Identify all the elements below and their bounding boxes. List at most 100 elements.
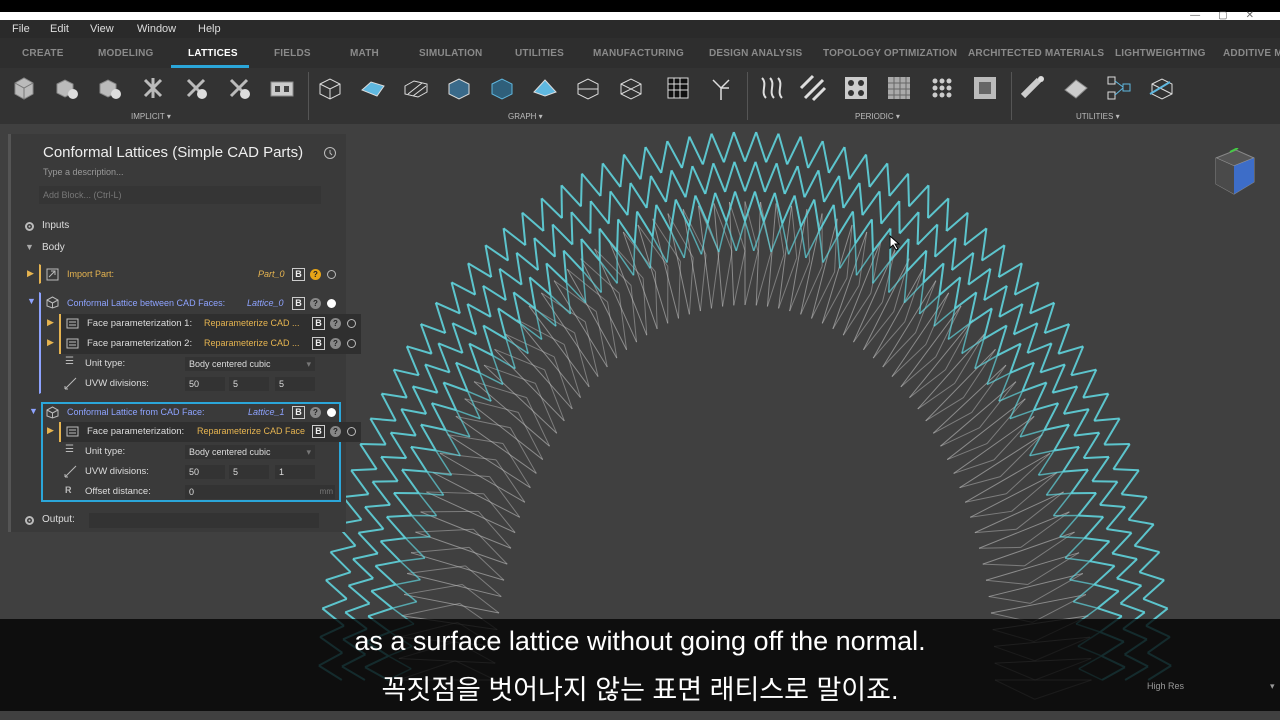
collapse-triangle-icon[interactable]: ▼ xyxy=(29,406,38,416)
uvw-v-input[interactable]: 5 xyxy=(229,377,269,391)
implicit-lattice-tool-4-icon[interactable] xyxy=(139,74,167,102)
tab-topology-optimization[interactable]: TOPOLOGY OPTIMIZATION xyxy=(823,48,957,59)
collapse-triangle-icon[interactable]: ▼ xyxy=(27,296,36,306)
periodic-wave-tool-icon[interactable] xyxy=(756,74,784,102)
panel-history-icon[interactable] xyxy=(323,146,337,160)
face-param-2-value[interactable]: Reparameterize CAD ... xyxy=(204,338,300,348)
conformal-lattice-face-block[interactable]: ▼ Conformal Lattice from CAD Face: Latti… xyxy=(29,402,361,502)
tab-architected-materials[interactable]: ARCHITECTED MATERIALS xyxy=(968,48,1104,59)
breakpoint-badge[interactable]: B xyxy=(312,425,325,438)
graph-cube-tool-icon[interactable] xyxy=(445,74,473,102)
help-icon[interactable]: ? xyxy=(330,318,341,329)
graph-conformal-tool-icon[interactable] xyxy=(574,74,602,102)
breakpoint-badge[interactable]: B xyxy=(312,317,325,330)
implicit-lattice-tool-3-icon[interactable] xyxy=(96,74,124,102)
tab-lightweighting[interactable]: LIGHTWEIGHTING xyxy=(1115,48,1206,59)
description-input[interactable]: Type a description... xyxy=(43,167,124,177)
breakpoint-badge[interactable]: B xyxy=(312,337,325,350)
implicit-lattice-tool-1-icon[interactable] xyxy=(10,74,38,102)
graph-box-tool-icon[interactable] xyxy=(316,74,344,102)
group-label-periodic[interactable]: PERIODIC ▾ xyxy=(855,112,900,121)
uvw-v-input[interactable]: 5 xyxy=(229,465,269,479)
implicit-lattice-tool-5-icon[interactable] xyxy=(182,74,210,102)
periodic-holes-tool-icon[interactable] xyxy=(842,74,870,102)
periodic-dots-tool-icon[interactable] xyxy=(928,74,956,102)
offset-distance-input[interactable]: 0 mm xyxy=(185,485,335,499)
output-port-icon[interactable] xyxy=(347,319,356,328)
menu-window[interactable]: Window xyxy=(137,23,176,35)
import-part-block[interactable]: ▶ Import Part: Part_0 B ? xyxy=(27,264,344,284)
unit-type-select[interactable]: Body centered cubic ▾ xyxy=(185,445,315,459)
utility-shell-tool-icon[interactable] xyxy=(1062,74,1090,102)
breakpoint-badge[interactable]: B xyxy=(292,268,305,281)
help-icon[interactable]: ? xyxy=(310,298,321,309)
tab-modeling[interactable]: MODELING xyxy=(98,48,154,59)
collapse-triangle-icon[interactable]: ▼ xyxy=(25,242,34,252)
graph-wire-tool-icon[interactable] xyxy=(617,74,645,102)
menu-view[interactable]: View xyxy=(90,23,114,35)
tab-additive[interactable]: ADDITIVE MA xyxy=(1223,48,1280,59)
tab-math[interactable]: MATH xyxy=(350,48,379,59)
render-quality-select[interactable]: High Res ▾ xyxy=(1147,681,1275,692)
inputs-section[interactable]: Inputs xyxy=(11,216,346,236)
menu-edit[interactable]: Edit xyxy=(50,23,69,35)
help-warning-icon[interactable]: ? xyxy=(310,269,321,280)
panel-title[interactable]: Conformal Lattices (Simple CAD Parts) xyxy=(43,144,303,161)
help-icon[interactable]: ? xyxy=(330,426,341,437)
expand-arrow-icon[interactable]: ▶ xyxy=(47,317,54,328)
view-cube-icon[interactable] xyxy=(1212,148,1256,196)
help-icon[interactable]: ? xyxy=(310,407,321,418)
tab-create[interactable]: CREATE xyxy=(22,48,64,59)
conformal-lattice-between-block[interactable]: ▼ Conformal Lattice between CAD Faces: L… xyxy=(27,292,361,394)
periodic-grid-tool-icon[interactable] xyxy=(885,74,913,102)
output-port-icon[interactable] xyxy=(327,299,336,308)
graph-mesh-tool-icon[interactable] xyxy=(531,74,559,102)
output-field[interactable] xyxy=(89,513,319,528)
group-label-graph[interactable]: GRAPH ▾ xyxy=(508,112,543,121)
face-param-value[interactable]: Reparameterize CAD Face xyxy=(197,426,305,436)
lattice0-var[interactable]: Lattice_0 xyxy=(247,298,284,308)
graph-strut-tool-icon[interactable] xyxy=(402,74,430,102)
output-port-icon[interactable] xyxy=(327,408,336,417)
implicit-lattice-tool-2-icon[interactable] xyxy=(53,74,81,102)
import-part-var[interactable]: Part_0 xyxy=(258,269,285,279)
tab-design-analysis[interactable]: DESIGN ANALYSIS xyxy=(709,48,802,59)
tab-utilities[interactable]: UTILITIES xyxy=(515,48,564,59)
implicit-lattice-tool-6-icon[interactable] xyxy=(225,74,253,102)
uvw-u-input[interactable]: 50 xyxy=(185,377,225,391)
graph-branch-tool-icon[interactable] xyxy=(707,74,735,102)
graph-surface-tool-icon[interactable] xyxy=(359,74,387,102)
uvw-w-input[interactable]: 1 xyxy=(275,465,315,479)
utility-graph-nodes-tool-icon[interactable] xyxy=(1105,74,1133,102)
tab-simulation[interactable]: SIMULATION xyxy=(419,48,482,59)
unit-type-select[interactable]: Body centered cubic ▾ xyxy=(185,357,315,371)
tab-lattices[interactable]: LATTICES xyxy=(188,48,238,59)
expand-arrow-icon[interactable]: ▶ xyxy=(47,337,54,348)
body-section[interactable]: ▼ Body xyxy=(11,238,346,258)
output-port-icon[interactable] xyxy=(347,339,356,348)
utility-cylinder-tool-icon[interactable] xyxy=(1019,74,1047,102)
expand-arrow-icon[interactable]: ▶ xyxy=(27,268,34,279)
expand-arrow-icon[interactable]: ▶ xyxy=(47,425,54,436)
group-label-implicit[interactable]: IMPLICIT ▾ xyxy=(131,112,171,121)
help-icon[interactable]: ? xyxy=(330,338,341,349)
add-block-input[interactable]: Add Block... (Ctrl-L) xyxy=(39,186,321,204)
graph-cad-tool-icon[interactable] xyxy=(488,74,516,102)
face-param-2-row[interactable]: ▶ Face parameterization 2: Reparameteriz… xyxy=(47,334,361,354)
breakpoint-badge[interactable]: B xyxy=(292,297,305,310)
uvw-w-input[interactable]: 5 xyxy=(275,377,315,391)
output-port-icon[interactable] xyxy=(327,270,336,279)
face-param-1-row[interactable]: ▶ Face parameterization 1: Reparameteriz… xyxy=(47,314,361,334)
tab-fields[interactable]: FIELDS xyxy=(274,48,311,59)
periodic-block-tool-icon[interactable] xyxy=(971,74,999,102)
face-param-1-value[interactable]: Reparameterize CAD ... xyxy=(204,318,300,328)
breakpoint-badge[interactable]: B xyxy=(292,406,305,419)
menu-file[interactable]: File xyxy=(12,23,30,35)
output-port-icon[interactable] xyxy=(347,427,356,436)
utility-convert-tool-icon[interactable] xyxy=(1148,74,1176,102)
graph-dense-lattice-tool-icon[interactable] xyxy=(664,74,692,102)
tab-manufacturing[interactable]: MANUFACTURING xyxy=(593,48,684,59)
group-label-utilities[interactable]: UTILITIES ▾ xyxy=(1076,112,1120,121)
implicit-block-tool-icon[interactable] xyxy=(268,74,296,102)
face-param-row[interactable]: ▶ Face parameterization: Reparameterize … xyxy=(47,422,361,442)
